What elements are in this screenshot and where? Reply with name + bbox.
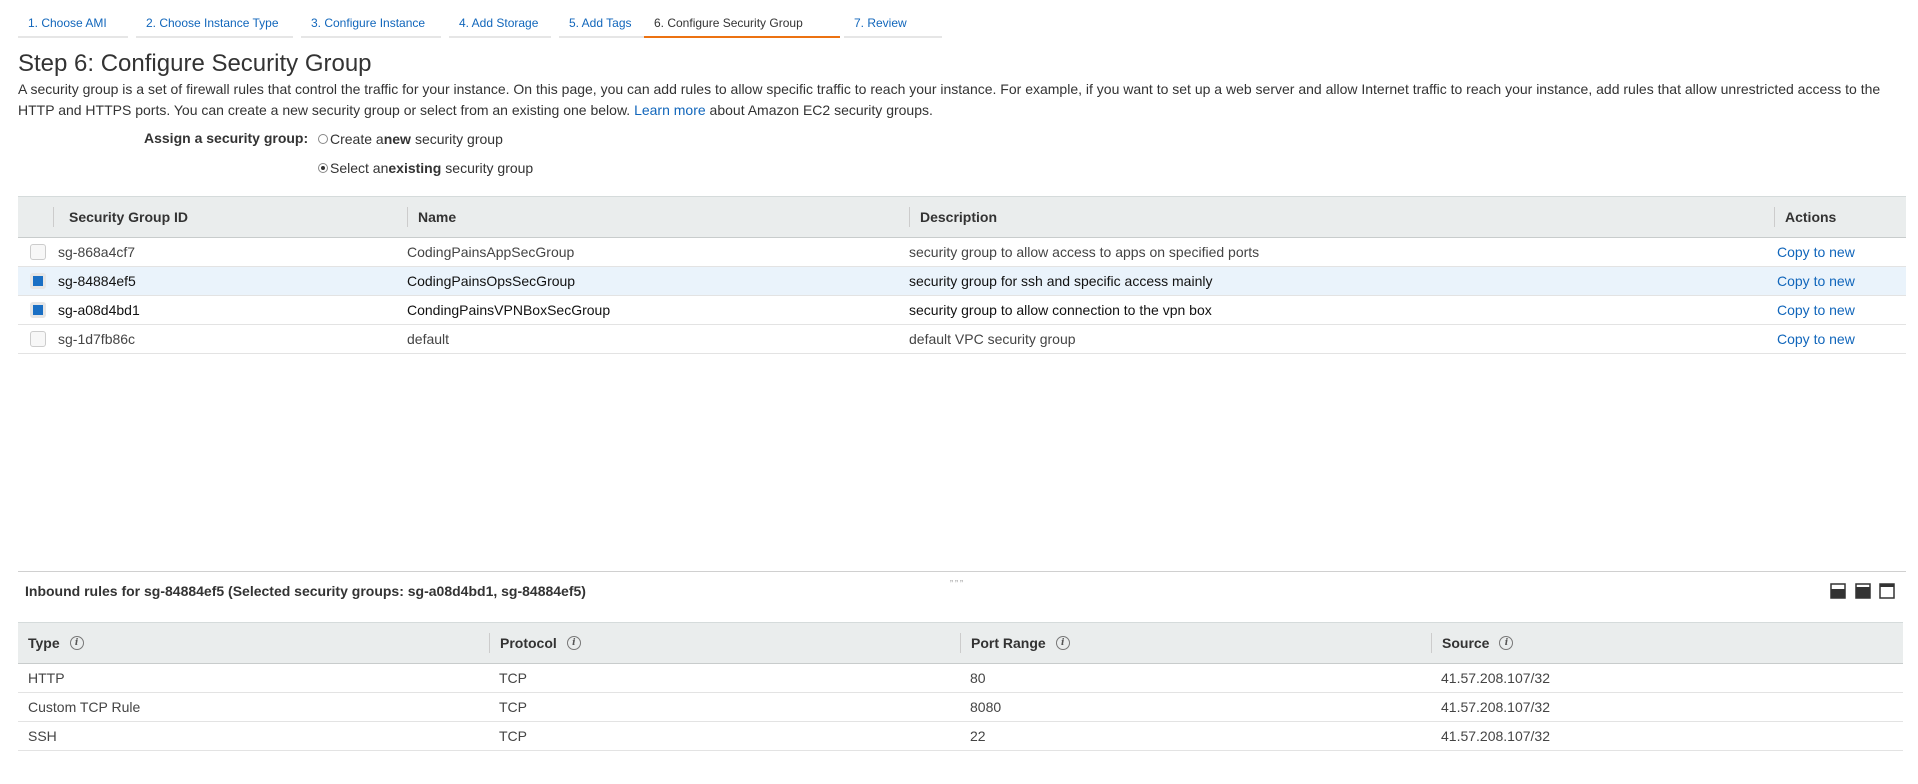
resize-grip-icon[interactable]: „„„ xyxy=(950,573,965,583)
layout-bottom-icon[interactable] xyxy=(1830,583,1846,599)
create-new-suffix: security group xyxy=(414,131,503,147)
info-icon[interactable]: i xyxy=(566,636,581,650)
rule-source: 41.57.208.107/32 xyxy=(1441,670,1550,686)
tab-add-storage[interactable]: 4. Add Storage xyxy=(449,10,551,38)
panel-splitter[interactable] xyxy=(18,571,1906,572)
select-existing-sg-option[interactable]: Select an existing security group xyxy=(318,160,533,176)
copy-to-new-link[interactable]: Copy to new xyxy=(1777,296,1855,324)
info-icon[interactable]: i xyxy=(1499,636,1514,650)
sg-name: CondingPainsVPNBoxSecGroup xyxy=(407,302,611,318)
rule-port-range: 80 xyxy=(970,670,986,686)
rules-table-header: Type i Protocol i Port Range i Source i xyxy=(18,622,1903,664)
col-header-port-range[interactable]: Port Range i xyxy=(971,623,1070,663)
col-header-sg-id[interactable]: Security Group ID xyxy=(69,197,188,237)
intro-tail: about Amazon EC2 security groups. xyxy=(709,102,933,118)
select-existing-radio[interactable] xyxy=(318,163,328,173)
page-title: Step 6: Configure Security Group xyxy=(18,50,372,77)
col-header-protocol-label: Protocol xyxy=(500,635,557,651)
create-new-sg-option[interactable]: Create a new security group xyxy=(318,131,503,147)
column-divider[interactable] xyxy=(407,207,408,227)
col-header-protocol[interactable]: Protocol i xyxy=(500,623,581,663)
column-divider[interactable] xyxy=(909,207,910,227)
sg-id: sg-1d7fb86c xyxy=(58,331,136,347)
learn-more-link[interactable]: Learn more xyxy=(634,102,706,118)
sg-id: sg-84884ef5 xyxy=(58,273,136,289)
create-new-radio[interactable] xyxy=(318,134,328,144)
column-divider[interactable] xyxy=(489,633,490,653)
rule-type: Custom TCP Rule xyxy=(28,699,141,715)
intro-body: A security group is a set of firewall ru… xyxy=(18,81,1881,118)
copy-to-new-link[interactable]: Copy to new xyxy=(1777,238,1855,266)
tab-add-tags[interactable]: 5. Add Tags xyxy=(559,10,653,38)
security-group-table: Security Group ID Name Description Actio… xyxy=(18,196,1906,354)
info-icon[interactable]: i xyxy=(69,636,84,650)
rule-source: 41.57.208.107/32 xyxy=(1441,728,1550,744)
col-header-source-label: Source xyxy=(1442,635,1490,651)
col-header-type-label: Type xyxy=(28,635,60,651)
sg-description: security group to allow access to apps o… xyxy=(909,244,1260,260)
col-header-type[interactable]: Type i xyxy=(28,623,84,663)
column-divider[interactable] xyxy=(960,633,961,653)
table-row[interactable]: sg-a08d4bd1 CondingPainsVPNBoxSecGroup s… xyxy=(18,296,1906,325)
column-divider[interactable] xyxy=(1431,633,1432,653)
rule-protocol: TCP xyxy=(499,699,527,715)
sg-id: sg-a08d4bd1 xyxy=(58,302,140,318)
tab-configure-security-group[interactable]: 6. Configure Security Group xyxy=(644,10,840,38)
rule-type: HTTP xyxy=(28,670,65,686)
sg-description: security group to allow connection to th… xyxy=(909,302,1212,318)
layout-split-icon[interactable] xyxy=(1855,583,1871,599)
column-divider[interactable] xyxy=(1774,207,1775,227)
rule-protocol: TCP xyxy=(499,670,527,686)
select-existing-suffix: security group xyxy=(445,160,534,176)
copy-to-new-link[interactable]: Copy to new xyxy=(1777,325,1855,353)
layout-top-icon[interactable] xyxy=(1879,583,1895,599)
table-row[interactable]: sg-868a4cf7 CodingPainsAppSecGroup secur… xyxy=(18,238,1906,267)
sg-name: CodingPainsOpsSecGroup xyxy=(407,273,576,289)
sg-description: security group for ssh and specific acce… xyxy=(909,273,1213,289)
table-row: HTTP TCP 80 41.57.208.107/32 xyxy=(18,664,1903,693)
table-row: Custom TCP Rule TCP 8080 41.57.208.107/3… xyxy=(18,693,1903,722)
table-row: SSH TCP 22 41.57.208.107/32 xyxy=(18,722,1903,751)
rule-source: 41.57.208.107/32 xyxy=(1441,699,1550,715)
copy-to-new-link[interactable]: Copy to new xyxy=(1777,267,1855,295)
select-existing-prefix: Select an xyxy=(330,160,389,176)
create-new-prefix: Create a xyxy=(330,131,384,147)
tab-choose-instance-type[interactable]: 2. Choose Instance Type xyxy=(136,10,293,38)
col-header-name[interactable]: Name xyxy=(418,197,456,237)
rule-port-range: 22 xyxy=(970,728,986,744)
info-icon[interactable]: i xyxy=(1055,636,1070,650)
rule-type: SSH xyxy=(28,728,57,744)
create-new-bold: new xyxy=(383,131,411,147)
row-checkbox[interactable] xyxy=(30,302,46,318)
tab-review[interactable]: 7. Review xyxy=(844,10,942,38)
sg-id: sg-868a4cf7 xyxy=(58,244,136,260)
sg-name: CodingPainsAppSecGroup xyxy=(407,244,575,260)
sg-description: default VPC security group xyxy=(909,331,1076,347)
tab-choose-ami[interactable]: 1. Choose AMI xyxy=(18,10,128,38)
select-existing-bold: existing xyxy=(388,160,442,176)
inbound-rules-title: Inbound rules for sg-84884ef5 (Selected … xyxy=(25,583,586,599)
sg-name: default xyxy=(407,331,450,347)
row-checkbox[interactable] xyxy=(30,244,46,260)
intro-text: A security group is a set of firewall ru… xyxy=(18,79,1900,121)
col-header-actions: Actions xyxy=(1785,209,1837,225)
column-divider[interactable] xyxy=(53,207,54,227)
rule-protocol: TCP xyxy=(499,728,527,744)
tab-configure-instance[interactable]: 3. Configure Instance xyxy=(301,10,441,38)
table-row[interactable]: sg-1d7fb86c default default VPC security… xyxy=(18,325,1906,354)
table-row[interactable]: sg-84884ef5 CodingPainsOpsSecGroup secur… xyxy=(18,267,1906,296)
col-header-description[interactable]: Description xyxy=(920,197,997,237)
row-checkbox[interactable] xyxy=(30,331,46,347)
assign-security-group-label: Assign a security group: xyxy=(144,130,309,146)
col-header-port-range-label: Port Range xyxy=(971,635,1046,651)
col-header-source[interactable]: Source i xyxy=(1442,623,1514,663)
rule-port-range: 8080 xyxy=(970,699,1002,715)
inbound-rules-table: Type i Protocol i Port Range i Source i HTTP… xyxy=(18,622,1903,751)
sg-table-header: Security Group ID Name Description Actio… xyxy=(18,196,1906,238)
row-checkbox[interactable] xyxy=(30,273,46,289)
